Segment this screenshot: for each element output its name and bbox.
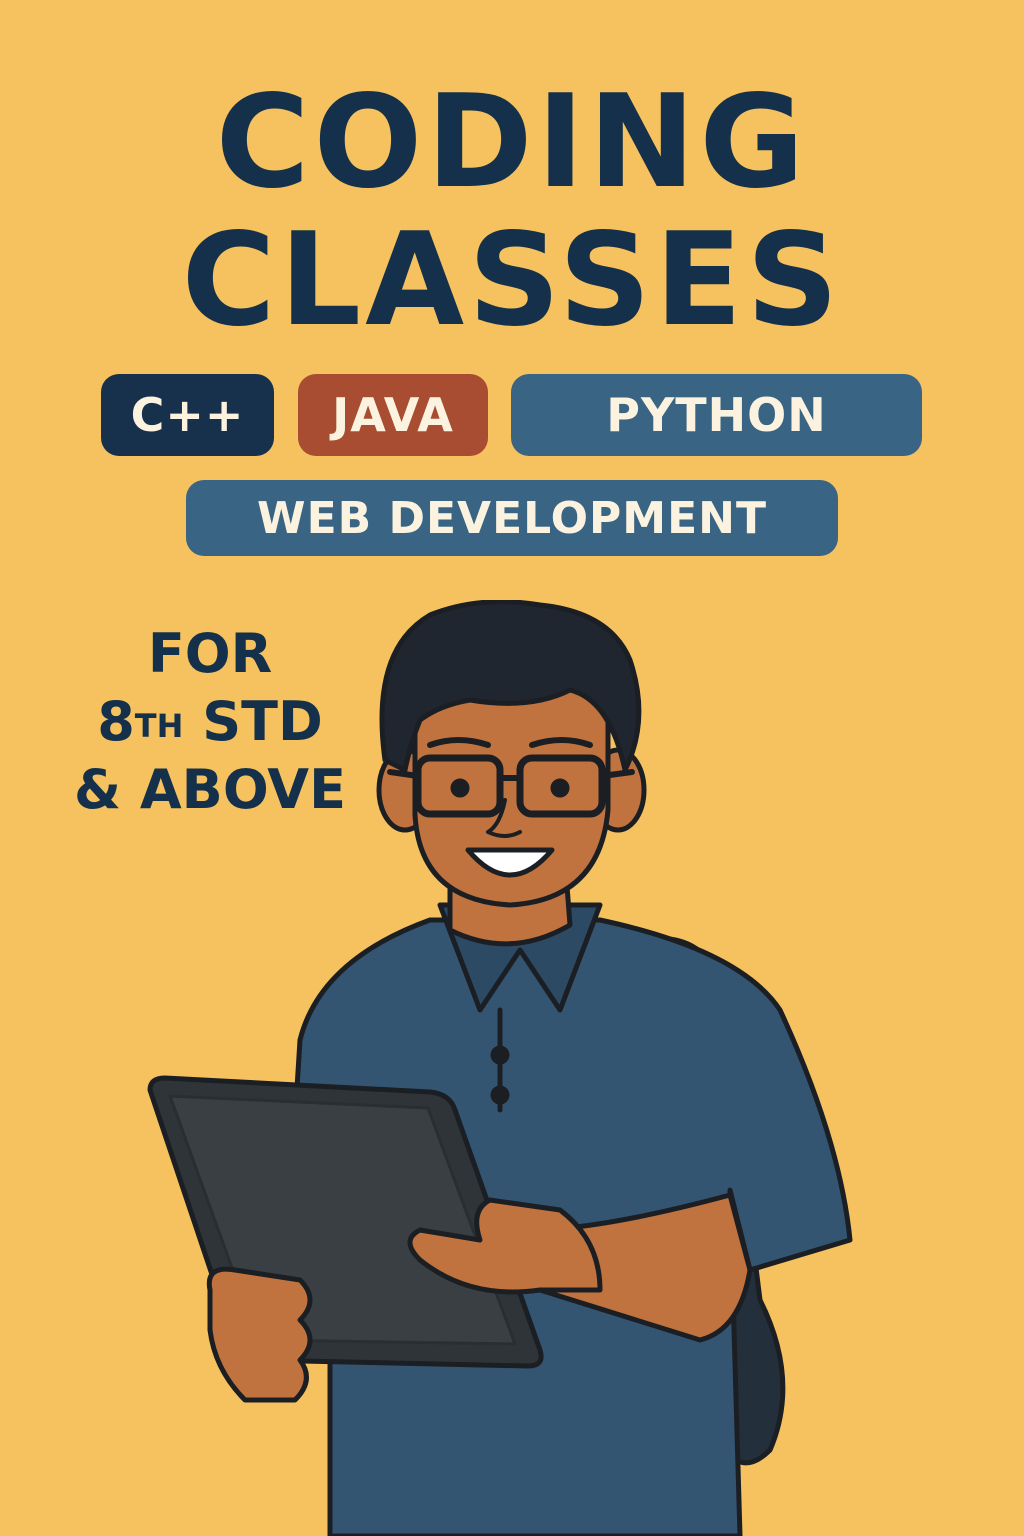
course-badge-java: JAVA — [298, 374, 488, 456]
poster: CODING CLASSES C++ JAVA PYTHON WEB DEVEL… — [0, 0, 1024, 1536]
hand-left — [206, 1266, 313, 1403]
course-badge-web-development: WEB DEVELOPMENT — [186, 480, 838, 556]
shirt-button — [490, 1085, 510, 1105]
course-badge-python: PYTHON — [511, 374, 922, 456]
shirt-button — [490, 1045, 510, 1065]
headline-classes: CLASSES — [181, 206, 843, 355]
headline-coding: CODING — [215, 68, 809, 217]
student-illustration — [147, 600, 853, 1536]
course-badge-cpp: C++ — [101, 374, 274, 456]
grade-number: 8 — [97, 690, 135, 753]
